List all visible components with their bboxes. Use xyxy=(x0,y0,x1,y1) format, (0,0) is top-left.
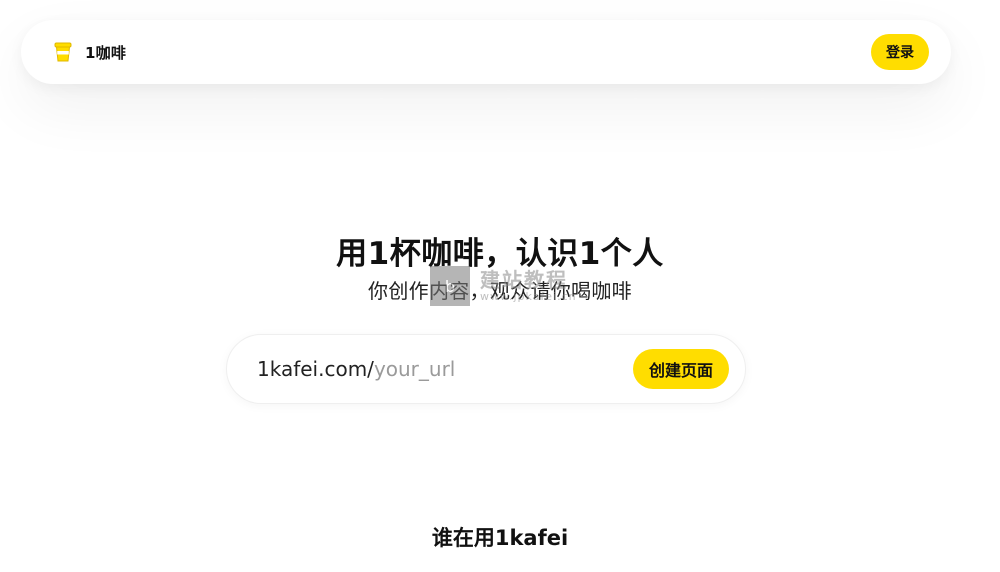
brand-link[interactable]: 1咖啡 xyxy=(51,40,126,64)
who-uses-heading: 谁在用1kafei xyxy=(431,526,569,550)
watermark: b 建站教程 www.jpkafei.cn xyxy=(430,266,577,306)
watermark-logo: b xyxy=(430,266,470,306)
watermark-title: 建站教程 xyxy=(480,267,568,292)
create-page-button[interactable]: 创建页面 xyxy=(632,349,729,389)
brand-name: 1咖啡 xyxy=(85,43,127,62)
page: 1咖啡 登录 用1杯咖啡，认识1个人 你创作内容，观众请你喝咖啡 b 建站教程 … xyxy=(0,0,1000,572)
username-url-input[interactable] xyxy=(373,357,633,381)
login-button[interactable]: 登录 xyxy=(871,34,929,70)
coffee-cup-icon xyxy=(51,40,75,64)
top-navbar: 1咖啡 登录 xyxy=(21,20,951,84)
watermark-url: www.jpkafei.cn xyxy=(480,289,577,303)
create-page-form: 1kafei.com/ 创建页面 xyxy=(226,334,746,404)
url-prefix: 1kafei.com/ xyxy=(257,357,374,381)
